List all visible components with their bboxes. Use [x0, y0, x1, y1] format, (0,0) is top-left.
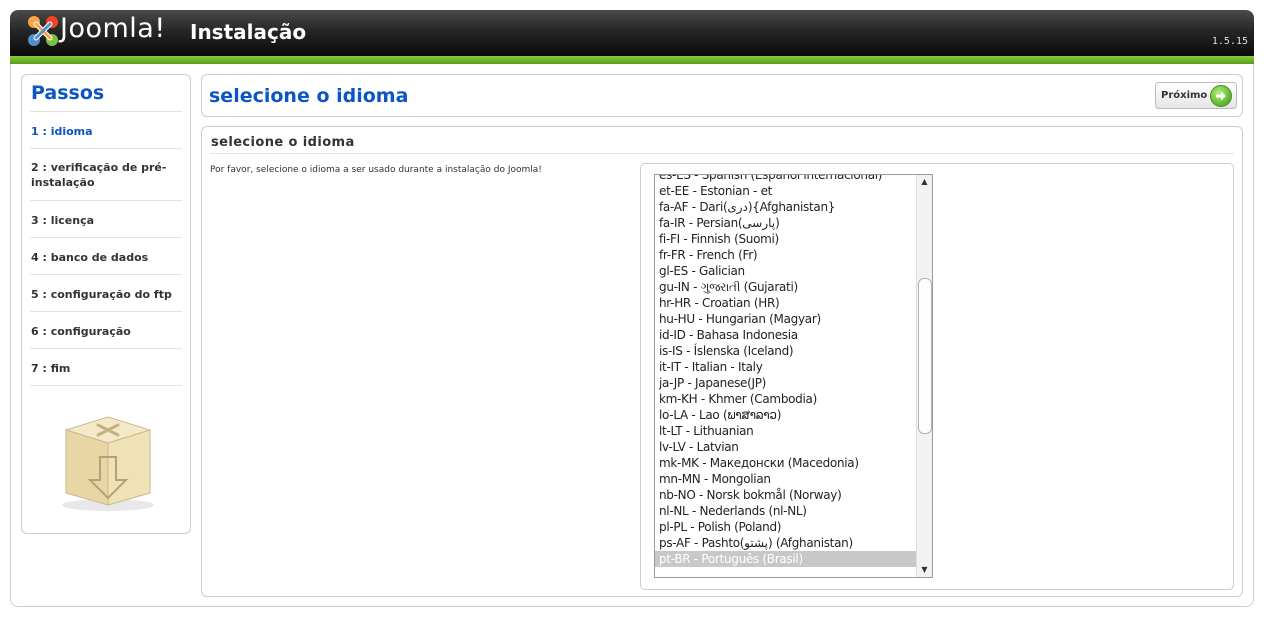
step-idioma: 1 : idioma — [31, 125, 93, 138]
logo-text: Joomla! — [60, 13, 166, 44]
step-configuracao-ftp: 5 : configuração do ftp — [31, 288, 172, 301]
language-option[interactable]: nb-NO - Norsk bokmål (Norway) — [655, 487, 917, 503]
divider — [30, 237, 182, 238]
divider — [30, 148, 182, 149]
language-option[interactable]: ps-AF - Pashto(پشتو) (Afghanistan) — [655, 535, 917, 551]
language-option[interactable]: is-IS - Íslenska (Iceland) — [655, 343, 917, 359]
version-label: 1.5.15 — [1211, 36, 1248, 47]
language-option[interactable]: es-ES - Spanish (Español internacional) — [655, 175, 917, 183]
language-option[interactable]: pl-PL - Polish (Poland) — [655, 519, 917, 535]
language-option[interactable]: et-EE - Estonian - et — [655, 183, 917, 199]
step-fim: 7 : fim — [31, 362, 71, 375]
language-select[interactable]: es-ES - Spanish (Español internacional) e… — [654, 174, 933, 578]
page-title: Instalação — [190, 20, 307, 44]
language-option[interactable]: mn-MN - Mongolian — [655, 471, 917, 487]
steps-sidebar: Passos 1 : idioma 2 : verificação de pré… — [21, 74, 191, 534]
joomla-install-box-icon — [62, 416, 154, 511]
language-option[interactable]: gu-IN - ગુજરાતી (Gujarati) — [655, 279, 917, 295]
language-option[interactable]: mk-MK - Македонски (Macedonia) — [655, 455, 917, 471]
language-option[interactable]: km-KH - Khmer (Cambodia) — [655, 391, 917, 407]
language-panel: selecione o idioma Por favor, selecione … — [201, 126, 1243, 597]
language-option[interactable]: hr-HR - Croatian (HR) — [655, 295, 917, 311]
language-option[interactable]: lt-LT - Lithuanian — [655, 423, 917, 439]
panel-title: selecione o idioma — [209, 85, 409, 107]
page-header-panel: selecione o idioma Próximo — [201, 74, 1243, 117]
step-banco-de-dados: 4 : banco de dados — [31, 251, 149, 264]
next-button[interactable]: Próximo — [1155, 82, 1237, 109]
divider — [30, 111, 182, 112]
language-options: es-ES - Spanish (Español internacional) e… — [655, 175, 917, 567]
instructions-text: Por favor, selecione o idioma a ser usad… — [210, 165, 542, 175]
step-configuracao: 6 : configuração — [31, 325, 131, 338]
language-option[interactable]: fr-FR - French (Fr) — [655, 247, 917, 263]
arrow-right-circle-icon — [1210, 85, 1232, 107]
divider — [30, 274, 182, 275]
section-title: selecione o idioma — [211, 135, 355, 150]
language-scrollbar[interactable]: ▲ ▼ — [916, 175, 932, 577]
divider — [30, 200, 182, 201]
language-option[interactable]: hu-HU - Hungarian (Magyar) — [655, 311, 917, 327]
language-option[interactable]: fa-AF - Dari(دری){Afghanistan} — [655, 199, 917, 215]
language-option[interactable]: id-ID - Bahasa Indonesia — [655, 327, 917, 343]
sidebar-title: Passos — [31, 82, 105, 104]
scroll-down-arrow-icon[interactable]: ▼ — [917, 563, 932, 577]
step-pre-installation: 2 : verificação de pré-instalação — [31, 161, 167, 189]
header-green-stripe — [10, 56, 1254, 64]
joomla-logo-icon — [28, 16, 58, 46]
language-option[interactable]: it-IT - Italian - Italy — [655, 359, 917, 375]
next-button-label: Próximo — [1161, 90, 1208, 101]
divider — [210, 153, 1234, 154]
language-fieldset: es-ES - Spanish (Español internacional) e… — [640, 163, 1234, 590]
language-option[interactable]: fa-IR - Persian(پارسی) — [655, 215, 917, 231]
language-option[interactable]: gl-ES - Galician — [655, 263, 917, 279]
scroll-thumb[interactable] — [918, 278, 932, 434]
scroll-up-arrow-icon[interactable]: ▲ — [917, 175, 932, 189]
divider — [30, 311, 182, 312]
language-option[interactable]: fi-FI - Finnish (Suomi) — [655, 231, 917, 247]
language-option[interactable]: lo-LA - Lao (ພາສາລາວ) — [655, 407, 917, 423]
language-option[interactable]: nl-NL - Nederlands (nl-NL) — [655, 503, 917, 519]
divider — [30, 385, 182, 386]
language-option[interactable]: pt-BR - Português (Brasil) — [655, 551, 917, 567]
step-licenca: 3 : licença — [31, 214, 95, 227]
language-option[interactable]: ja-JP - Japanese(JP) — [655, 375, 917, 391]
language-option[interactable]: lv-LV - Latvian — [655, 439, 917, 455]
divider — [30, 348, 182, 349]
